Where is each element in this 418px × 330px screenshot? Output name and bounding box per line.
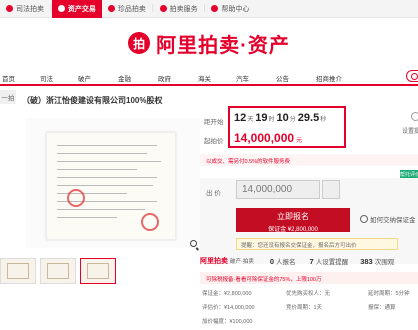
- countdown-label: 距开始: [204, 119, 224, 126]
- assess-info: 评估价：¥14,000,000: [202, 305, 255, 311]
- guarantee-info: 报保：通算: [368, 305, 396, 311]
- fee-tip: 以成交、需另付0.5%的软件服务费: [200, 154, 418, 166]
- search-icon[interactable]: [406, 70, 418, 82]
- ali-auction-logo-icon: 拍: [128, 32, 151, 54]
- countdown-timer: 12天 19时 10分 29.5秒: [234, 112, 327, 124]
- signup-reminder: 提醒：您还没有报名交保证金，报名后方可出价: [236, 238, 398, 250]
- tab-auction-service[interactable]: 拍卖服务: [154, 0, 204, 18]
- period-info: 竞价周期：1天: [286, 305, 323, 311]
- tab-help-center[interactable]: 帮助中心: [205, 0, 255, 18]
- nav-item-finance[interactable]: 金融: [118, 73, 131, 83]
- tab-judicial-auction[interactable]: 司法拍卖: [0, 0, 50, 18]
- treasure-icon: [107, 5, 115, 12]
- thumbnail-3[interactable]: [80, 258, 116, 284]
- bid-stepper[interactable]: [322, 180, 340, 199]
- service-icon: [159, 5, 167, 12]
- nav-item-bankruptcy[interactable]: 破产: [78, 73, 91, 83]
- nav-item-auto[interactable]: 汽车: [236, 73, 249, 83]
- nav-item-investment[interactable]: 招商推介: [316, 73, 342, 83]
- nav-item-government[interactable]: 政府: [158, 73, 171, 83]
- main-image[interactable]: [26, 118, 200, 248]
- asset-icon: [57, 5, 65, 12]
- signup-button[interactable]: 立即报名 保证金 ¥2,800,000: [236, 208, 350, 233]
- thumbnail-2[interactable]: [40, 258, 76, 284]
- deposit-help-link[interactable]: 如何交纳保证金: [360, 214, 416, 224]
- certificate-document: [46, 132, 176, 240]
- increment-info: 加价幅度：¥100,000: [202, 319, 253, 325]
- nav-item-home[interactable]: 首页: [2, 73, 15, 83]
- deposit-info: 保证金：¥2,800,000: [202, 291, 252, 297]
- start-price-label: 起拍价: [204, 138, 224, 145]
- main-nav: 首页 司法 破产 金融 政府 海关 汽车 公告 招商推介: [0, 68, 418, 86]
- nav-item-notice[interactable]: 公告: [276, 73, 289, 83]
- zoom-icon[interactable]: [190, 240, 197, 247]
- auction-icon: [6, 5, 13, 12]
- help-icon: [211, 5, 219, 12]
- thumbnail-1[interactable]: [0, 258, 36, 284]
- nav-item-judicial[interactable]: 司法: [40, 73, 53, 83]
- bid-label: 出 价: [206, 190, 221, 197]
- set-reminder-link[interactable]: 设置提醒: [402, 126, 418, 135]
- tax-warning: 可除税报备·看看可除保证金的75%，上限100万: [200, 272, 418, 284]
- nav-item-customs[interactable]: 海关: [198, 73, 211, 83]
- site-logo[interactable]: 拍 阿里拍卖·资产: [0, 18, 418, 68]
- side-badge[interactable]: 帮托评价: [400, 170, 418, 178]
- delay-info: 延时周期：5分钟: [368, 291, 410, 297]
- bid-input[interactable]: 14,000,000: [236, 180, 320, 199]
- tab-treasure-auction[interactable]: 珍品拍卖: [102, 0, 152, 18]
- start-price: 14,000,000 元: [234, 131, 303, 145]
- auction-stats: 阿里拍卖 破产·拍卖 0 人报名 7 人设置提醒 383 次围观: [200, 256, 395, 267]
- stats-logo: 阿里拍卖: [200, 258, 228, 265]
- priority-info: 优先购买权人：无: [286, 291, 331, 297]
- clock-icon[interactable]: [411, 112, 418, 121]
- tab-asset-trade[interactable]: 资产交易: [51, 0, 102, 18]
- top-tab-bar: 司法拍卖 | 资产交易 珍品拍卖 | 拍卖服务 | 帮助中心: [0, 0, 418, 18]
- logo-text: 阿里拍卖·资产: [156, 34, 290, 57]
- thumbnail-strip: [0, 258, 130, 284]
- breadcrumb[interactable]: 一拍: [0, 90, 16, 104]
- page-title: （破）浙江怡俊建设有限公司100%股权: [22, 96, 163, 105]
